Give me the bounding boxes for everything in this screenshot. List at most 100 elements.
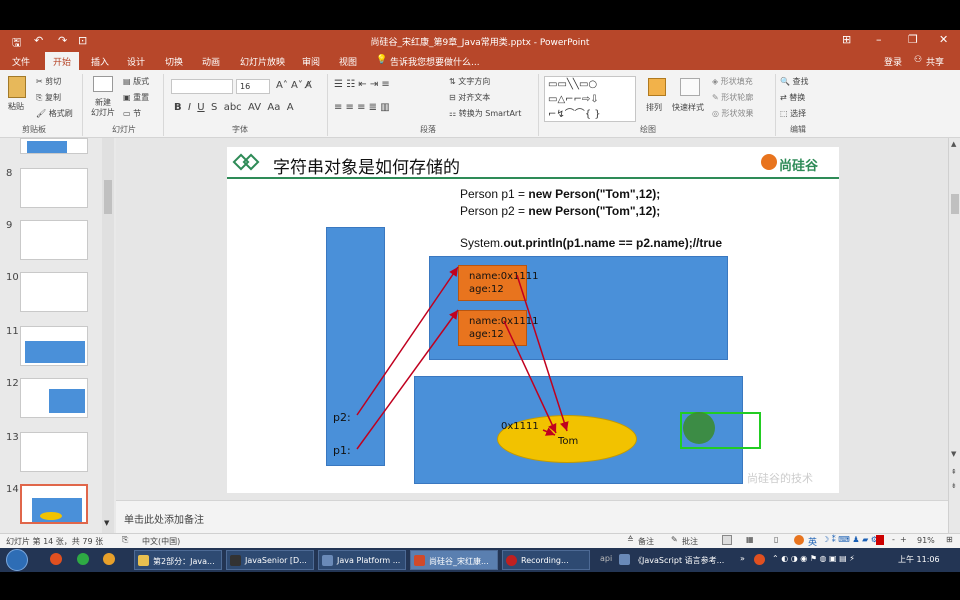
pinned-app-icon[interactable] bbox=[50, 553, 62, 565]
ime-logo-icon[interactable] bbox=[794, 535, 804, 545]
taskbar-item-ide[interactable]: JavaSenior [D... bbox=[226, 550, 314, 570]
slide-thumbnail-8[interactable] bbox=[20, 168, 88, 208]
sign-in-link[interactable]: 登录 bbox=[884, 55, 902, 68]
scroll-thumb[interactable] bbox=[104, 180, 112, 214]
text-direction-button[interactable]: ⇅ 文字方向 bbox=[449, 76, 490, 87]
align-buttons[interactable]: ≡ ≡ ≡ ≣ ▥ bbox=[334, 102, 390, 113]
tab-slideshow[interactable]: 幻灯片放映 bbox=[240, 55, 285, 68]
scroll-down-icon[interactable]: ▼ bbox=[104, 519, 112, 529]
ime-toolbar-icons[interactable]: ☽ ⁑ ⌨ ♟ ▰ ⚙ bbox=[822, 535, 878, 544]
slide-thumbnail-9[interactable] bbox=[20, 220, 88, 260]
slide-thumbnail-7[interactable] bbox=[20, 138, 88, 154]
zoom-slider[interactable]: - + bbox=[892, 535, 907, 544]
shape-effects-button[interactable]: ◎ 形状效果 bbox=[712, 108, 754, 119]
arrange-icon[interactable] bbox=[648, 78, 666, 96]
list-buttons[interactable]: ☰ ☷ ⇤ ⇥ ≡ bbox=[334, 79, 390, 90]
restore-button[interactable]: ❐ bbox=[908, 33, 918, 46]
quick-styles-icon[interactable] bbox=[680, 78, 700, 96]
share-button[interactable]: 共享 bbox=[926, 55, 944, 68]
taskbar-overflow-icon[interactable]: » bbox=[740, 554, 745, 563]
windows-taskbar: 第2部分：Java... JavaSenior [D... Java Platf… bbox=[0, 548, 960, 572]
ime-indicator[interactable]: 英 bbox=[808, 535, 817, 548]
smartart-button[interactable]: ⚏ 转换为 SmartArt bbox=[449, 108, 521, 119]
new-slide-icon[interactable] bbox=[93, 76, 113, 92]
replace-button[interactable]: ⇄ 替换 bbox=[780, 92, 805, 103]
slide-thumbnail-11[interactable] bbox=[20, 326, 88, 366]
slide-thumbnail-12[interactable] bbox=[20, 378, 88, 418]
clock[interactable]: 上午 11:06 bbox=[898, 554, 940, 565]
slide-thumbnail-14[interactable] bbox=[20, 484, 88, 524]
section-button[interactable]: ▭ 节 bbox=[123, 108, 141, 119]
editing-group-label: 编辑 bbox=[790, 125, 806, 134]
thumbnails-scrollbar[interactable]: ▼ bbox=[102, 138, 114, 533]
font-style-buttons[interactable]: B I U S abc AV Aa A bbox=[174, 102, 294, 113]
fit-to-window-icon[interactable]: ⊞ bbox=[946, 535, 953, 544]
slide-thumbnail-10[interactable] bbox=[20, 272, 88, 312]
tray-app-icon[interactable] bbox=[754, 554, 765, 565]
slide-sorter-icon[interactable]: ▦ bbox=[746, 535, 754, 544]
select-button[interactable]: ⬚ 选择 bbox=[780, 108, 806, 119]
tab-design[interactable]: 设计 bbox=[127, 55, 145, 68]
chrome-icon[interactable] bbox=[77, 553, 89, 565]
share-icon[interactable]: ⚇ bbox=[914, 55, 922, 65]
arrange-button[interactable]: 排列 bbox=[646, 102, 662, 113]
minimize-button[interactable]: – bbox=[876, 33, 882, 46]
tab-animations[interactable]: 动画 bbox=[202, 55, 220, 68]
taskbar-item-recording[interactable]: Recording... bbox=[502, 550, 590, 570]
align-text-button[interactable]: ⊟ 对齐文本 bbox=[449, 92, 490, 103]
scroll-down-icon[interactable]: ▼ bbox=[951, 450, 956, 458]
notes-placeholder[interactable]: 单击此处添加备注 bbox=[124, 511, 204, 526]
shape-fill-button[interactable]: ◈ 形状填充 bbox=[712, 76, 753, 87]
quick-styles-button[interactable]: 快速样式 bbox=[672, 102, 704, 113]
shape-outline-button[interactable]: ✎ 形状轮廓 bbox=[712, 92, 753, 103]
paste-icon[interactable] bbox=[8, 76, 26, 98]
start-button[interactable] bbox=[6, 549, 28, 571]
arrow-address-to-value bbox=[542, 427, 556, 436]
scroll-up-icon[interactable]: ▲ bbox=[951, 140, 956, 148]
notes-pane[interactable]: 单击此处添加备注 bbox=[116, 500, 948, 533]
browser-icon[interactable] bbox=[103, 553, 115, 565]
layout-label: 版式 bbox=[133, 77, 150, 86]
tab-review[interactable]: 审阅 bbox=[302, 55, 320, 68]
taskbar-item-explorer[interactable]: 第2部分：Java... bbox=[134, 550, 222, 570]
comments-button[interactable]: 批注 bbox=[682, 536, 698, 547]
tray-icons[interactable]: ⌃ ◐ ◑ ◉ ⚑ ◍ ▣ ▤ ⚡ bbox=[772, 554, 855, 563]
slide-scrollbar[interactable]: ▲ ▼ ⇞ ⇟ bbox=[948, 138, 960, 533]
scroll-thumb[interactable] bbox=[951, 194, 959, 214]
font-size-input[interactable]: 16 bbox=[236, 79, 270, 94]
clear-formatting-icon[interactable]: A̸ bbox=[305, 80, 312, 91]
taskbar-item-powerpoint[interactable]: 尚硅谷_宋红康... bbox=[410, 550, 498, 570]
find-button[interactable]: 🔍 查找 bbox=[780, 76, 809, 87]
new-slide-button[interactable]: 新建 幻灯片 bbox=[86, 98, 120, 118]
font-size-buttons[interactable]: A˄ A˅ bbox=[276, 80, 303, 91]
close-button[interactable]: ✕ bbox=[939, 33, 948, 46]
paste-button[interactable]: 粘贴 bbox=[8, 101, 24, 112]
previous-slide-icon[interactable]: ⇞ bbox=[951, 468, 957, 476]
taskbar-item-java-docs[interactable]: Java Platform ... bbox=[318, 550, 406, 570]
reset-button[interactable]: ▣ 重置 bbox=[123, 92, 149, 103]
taskbar-item-js-reference[interactable]: 《JavaScript 语言参考... bbox=[616, 550, 728, 570]
cut-button[interactable]: ✂ 剪切 bbox=[36, 76, 61, 87]
ribbon-display-options-icon[interactable]: ⊞ bbox=[842, 33, 851, 46]
font-name-input[interactable] bbox=[171, 79, 233, 94]
normal-view-icon[interactable] bbox=[722, 535, 732, 545]
shapes-gallery[interactable]: ▭▭╲╲▭○ ▭△⌐⌐⇨⇩ ⌐↯⌒⌒{ } bbox=[544, 76, 636, 122]
slide-thumbnail-13[interactable] bbox=[20, 432, 88, 472]
notes-button[interactable]: 备注 bbox=[638, 536, 654, 547]
zoom-level[interactable]: 91% bbox=[917, 536, 935, 545]
spell-check-icon[interactable]: ⎘ bbox=[122, 535, 128, 545]
next-slide-icon[interactable]: ⇟ bbox=[951, 482, 957, 490]
tab-view[interactable]: 视图 bbox=[339, 55, 357, 68]
tell-me-box[interactable]: 告诉我您想要做什么... bbox=[390, 55, 480, 68]
tab-transitions[interactable]: 切换 bbox=[165, 55, 183, 68]
tab-file[interactable]: 文件 bbox=[12, 55, 30, 68]
tab-insert[interactable]: 插入 bbox=[91, 55, 109, 68]
layout-button[interactable]: ▤ 版式 bbox=[123, 76, 149, 87]
tab-home[interactable]: 开始 bbox=[45, 52, 80, 70]
ime-flag-icon[interactable] bbox=[876, 535, 884, 545]
copy-button[interactable]: ⎘ 复制 bbox=[36, 92, 61, 103]
language-indicator[interactable]: 中文(中国) bbox=[142, 536, 180, 547]
slide-canvas[interactable]: 字符串对象是如何存储的 尚硅谷 Person p1 = new Person("… bbox=[227, 147, 839, 493]
reading-view-icon[interactable]: ▯ bbox=[774, 535, 778, 544]
format-painter-button[interactable]: 🖌 格式刷 bbox=[36, 108, 73, 119]
